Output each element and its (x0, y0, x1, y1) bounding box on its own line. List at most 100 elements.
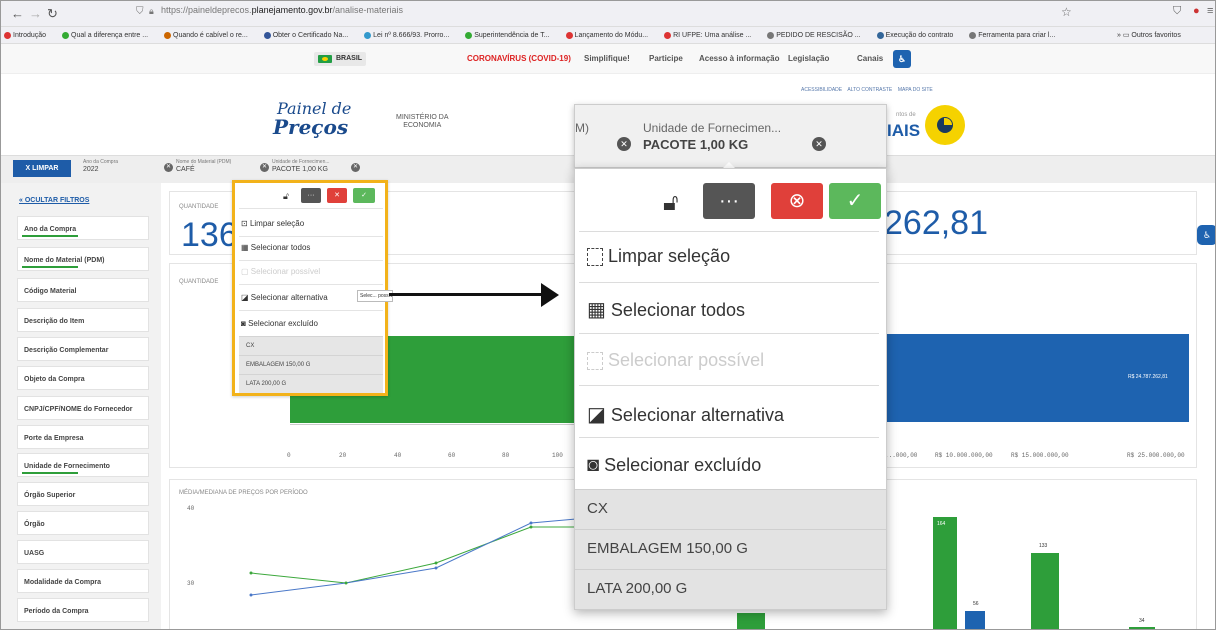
hide-filters-link[interactable]: « OCULTAR FILTROS (19, 197, 89, 204)
filter-uasg[interactable]: UASG (17, 540, 149, 564)
confirm-selection-button[interactable]: ✓ (353, 188, 375, 203)
globe-icon (969, 31, 977, 39)
filter-descricao-item[interactable]: Descrição do Item (17, 308, 149, 332)
bookmark-item[interactable]: Lançamento do Módu... (565, 31, 656, 39)
filter-nome-material[interactable]: Nome do Material (PDM) (17, 247, 149, 271)
filter-label: Órgão Superior (24, 492, 76, 499)
filter-codigo-material[interactable]: Código Material (17, 278, 149, 302)
more-options-button[interactable]: ··· (703, 183, 755, 219)
menu-select-excluded[interactable]: ◙ Selecionar excluído (241, 319, 318, 328)
filter-descricao-complementar[interactable]: Descrição Complementar (17, 337, 149, 361)
period-bar[interactable] (1031, 553, 1059, 629)
bookmark-item[interactable]: Obter o Certificado Na... (263, 31, 355, 39)
divider (579, 282, 879, 283)
account-icon[interactable]: ● (1193, 5, 1200, 17)
cancel-selection-button[interactable]: ⊗ (771, 183, 823, 219)
bar-value-label: R$ 24.787.262,81 (1128, 374, 1168, 380)
filter-ano-compra[interactable]: Ano da Compra (17, 216, 149, 240)
bookmark-item[interactable]: Execução do contrato (876, 31, 961, 39)
data-point (249, 593, 253, 597)
a11y-link[interactable]: ACESSIBILIDADE (801, 87, 842, 93)
gov-link[interactable]: Acesso à informação (699, 54, 779, 63)
bookmark-item[interactable]: Quando é cabível o re... (164, 31, 255, 39)
chart-label: QUANTIDADE (179, 279, 219, 285)
filter-orgao[interactable]: Órgão (17, 511, 149, 535)
filter-orgao-superior[interactable]: Órgão Superior (17, 482, 149, 506)
menu-icon[interactable]: ≡ (1207, 5, 1213, 17)
kpi-label: QUANTIDADE (179, 204, 219, 210)
bookmark-item[interactable]: RI UFPE: Uma análise ... (664, 31, 758, 39)
list-item[interactable]: EMBALAGEM 150,00 G (239, 355, 383, 374)
bookmark-item[interactable]: Superintendência de T... (465, 31, 556, 39)
accessibility-icon[interactable]: ♿︎ (893, 50, 911, 68)
gov-link[interactable]: Canais (857, 54, 883, 63)
menu-clear-selection[interactable]: ⊡ Limpar seleção (241, 219, 304, 228)
menu-select-alternative[interactable]: ◪ Selecionar alternativa (587, 402, 784, 427)
filter-chip[interactable]: ✕ Nome do Material (PDM) CAFÉ (164, 159, 231, 173)
other-bookmarks[interactable]: » ▭ Outros favoritos (1117, 27, 1188, 43)
close-icon[interactable]: ✕ (617, 137, 631, 151)
accessibility-fab-icon[interactable]: ♿︎ (1197, 225, 1215, 245)
menu-select-all[interactable]: ▦ Selecionar todos (241, 243, 310, 252)
filter-objeto-compra[interactable]: Objeto da Compra (17, 366, 149, 390)
a11y-link[interactable]: ALTO CONTRASTE (847, 87, 892, 93)
period-bar[interactable] (737, 613, 765, 629)
cancel-selection-button[interactable]: ✕ (327, 188, 347, 203)
star-icon[interactable]: ☆ (1061, 5, 1072, 19)
filter-chip[interactable]: Ano da Compra 2022 (83, 159, 118, 173)
median-line (250, 526, 576, 584)
filter-unidade-fornecimento[interactable]: Unidade de Fornecimento (17, 453, 149, 477)
clear-filters-button[interactable]: X LIMPAR (13, 160, 71, 177)
filter-periodo[interactable]: Período da Compra (17, 598, 149, 622)
address-bar[interactable]: https://paineldeprecos.planejamento.gov.… (161, 5, 403, 15)
list-item[interactable]: CX (575, 489, 886, 529)
bookmark-item[interactable]: Qual a diferença entre ... (62, 31, 155, 39)
list-item[interactable]: CX (239, 336, 383, 355)
bookmark-item[interactable]: PEDIDO DE RESCISÃO ... (767, 31, 867, 39)
unlock-icon[interactable]: 🔓︎ (283, 191, 289, 202)
close-icon[interactable]: ✕ (812, 137, 826, 151)
period-bar[interactable] (965, 611, 985, 629)
gov-link[interactable]: Simplifique! (584, 54, 630, 63)
more-options-button[interactable]: ··· (301, 188, 321, 203)
filter-porte-empresa[interactable]: Porte da Empresa (17, 425, 149, 449)
menu-select-all[interactable]: ▦ Selecionar todos (587, 297, 745, 322)
bookmark-item[interactable]: Introdução (4, 31, 53, 39)
list-item[interactable]: EMBALAGEM 150,00 G (575, 529, 886, 569)
divider (239, 284, 383, 285)
close-icon[interactable]: ✕ (260, 163, 269, 172)
bookmark-item[interactable]: Ferramenta para criar l... (969, 31, 1062, 39)
confirm-selection-button[interactable]: ✓ (829, 183, 881, 219)
unlock-icon[interactable]: 🔓︎ (663, 189, 679, 217)
menu-label: Selecionar excluído (248, 319, 318, 328)
divider (579, 385, 879, 386)
back-icon[interactable]: ← (11, 6, 24, 21)
covid-link[interactable]: CORONAVÍRUS (COVID-19) (467, 54, 571, 63)
filter-label: Código Material (24, 288, 77, 295)
close-icon[interactable]: ✕ (351, 163, 360, 172)
close-icon[interactable]: ✕ (164, 163, 173, 172)
gov-link[interactable]: Legislação (788, 54, 829, 63)
forward-icon[interactable]: → (29, 6, 42, 21)
filter-label: Objeto da Compra (24, 376, 85, 383)
menu-label: Selecionar alternativa (610, 405, 785, 425)
menu-select-alternative[interactable]: ◪ Selecionar alternativa (241, 293, 328, 302)
x-tick: R$ 25.000.000,00 (1127, 452, 1185, 459)
list-item[interactable]: LATA 200,00 G (575, 569, 886, 609)
bookmark-item[interactable]: Lei nº 8.666/93. Prorro... (364, 31, 456, 39)
filter-modalidade[interactable]: Modalidade da Compra (17, 569, 149, 593)
kpi-value: 136 (181, 216, 238, 254)
pocket-icon[interactable]: ⛉ (1173, 5, 1181, 18)
filter-chip[interactable]: ✕ Unidade de Fornecimen... PACOTE 1,00 K… (260, 159, 330, 173)
filter-fornecedor[interactable]: CNPJ/CPF/NOME do Fornecedor (17, 396, 149, 420)
brasil-link[interactable]: BRASIL (314, 52, 366, 66)
menu-clear-selection[interactable]: Limpar seleção (587, 246, 730, 267)
period-bar[interactable] (933, 517, 957, 629)
a11y-link[interactable]: MAPA DO SITE (898, 87, 933, 93)
painel-logo[interactable]: Painel de Preços (273, 101, 351, 138)
lock-icon: 🔒︎ (149, 6, 154, 16)
gov-link[interactable]: Participe (649, 54, 683, 63)
reload-icon[interactable]: ↻ (47, 6, 58, 22)
menu-select-excluded[interactable]: ◙ Selecionar excluído (587, 454, 761, 477)
list-item[interactable]: LATA 200,00 G (239, 374, 383, 393)
